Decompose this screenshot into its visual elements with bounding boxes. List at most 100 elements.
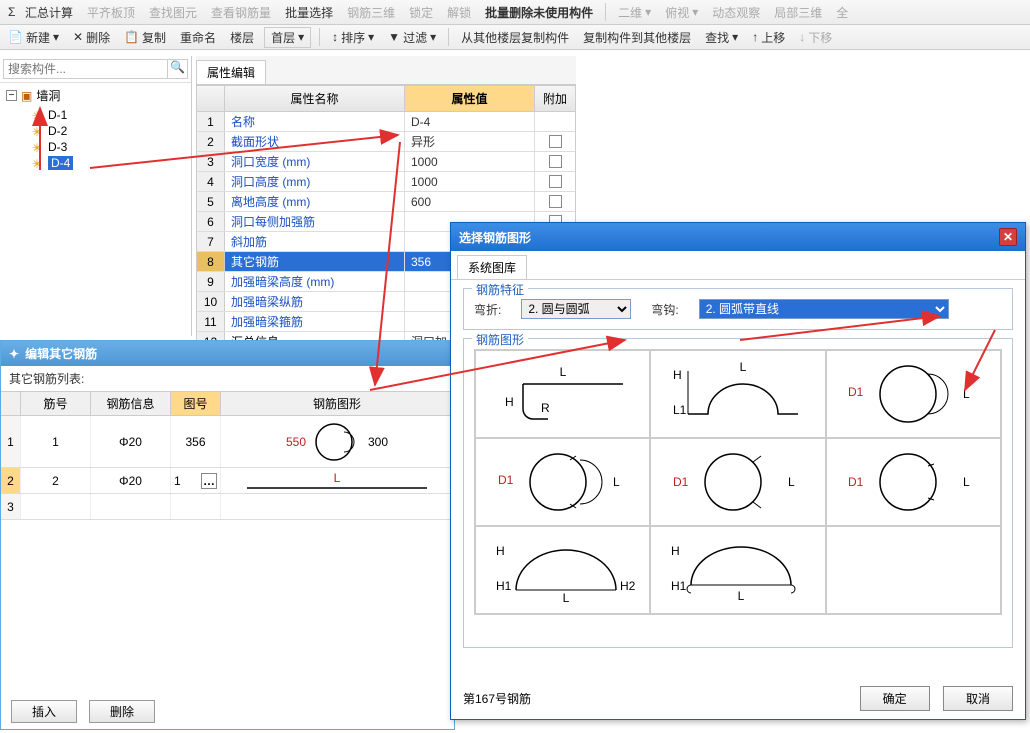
dialog-status: 第167号钢筋 xyxy=(463,690,531,707)
toolbar-sub: 📄 新建 ▾ ✕ 删除 📋 复制 重命名 楼层 首层 ▾ ↕ 排序 ▾ ▼ 过滤… xyxy=(0,25,1030,50)
lbl-floor: 楼层 xyxy=(226,27,258,48)
btn-rebar3d: 钢筋三维 xyxy=(343,2,399,23)
btn-del[interactable]: ✕ 删除 xyxy=(69,27,114,48)
rebar-row-empty[interactable]: 3 xyxy=(1,494,454,520)
rebar-row-1[interactable]: 1 1 Φ20 356 550 300 xyxy=(1,416,454,468)
btn-view: 俯视 ▾ xyxy=(661,2,702,23)
svg-text:R: R xyxy=(541,401,550,415)
svg-text:L1: L1 xyxy=(673,403,687,417)
svg-text:H2: H2 xyxy=(620,579,636,593)
rebar-row-2[interactable]: 2 2 Φ20 1… L xyxy=(1,468,454,494)
prop-row-4[interactable]: 4洞口高度 (mm)1000 xyxy=(197,172,575,192)
btn-lock: 锁定 xyxy=(405,2,437,23)
dd-floor[interactable]: 首层 ▾ xyxy=(264,27,311,48)
btn-new[interactable]: 📄 新建 ▾ xyxy=(4,27,63,48)
cancel-button[interactable]: 取消 xyxy=(943,686,1013,711)
btn-batchdel[interactable]: 批量删除未使用构件 xyxy=(481,2,597,23)
btn-all: 全 xyxy=(832,2,852,23)
svg-text:L: L xyxy=(613,475,620,489)
svg-text:H: H xyxy=(505,395,514,409)
btn-find2[interactable]: 查找 ▾ xyxy=(701,27,742,48)
svg-text:H1: H1 xyxy=(671,579,687,593)
tree-root[interactable]: − ▣ 墙洞 xyxy=(6,87,185,104)
select-hook[interactable]: 2. 圆弧带直线 xyxy=(699,299,949,319)
insert-button[interactable]: 插入 xyxy=(11,700,77,723)
svg-text:H: H xyxy=(496,544,505,558)
btn-sum[interactable]: Σ汇总计算 xyxy=(4,2,77,23)
col-prop-extra: 附加 xyxy=(535,86,575,111)
tree-item-d2[interactable]: ✳D-2 xyxy=(32,123,185,139)
other-rebar-panel: ✦ 编辑其它钢筋 其它钢筋列表: 筋号 钢筋信息 图号 钢筋图形 1 1 Φ20… xyxy=(0,340,455,730)
panel-title: ✦ 编辑其它钢筋 xyxy=(1,341,454,366)
col-prop-name: 属性名称 xyxy=(225,86,405,111)
svg-text:L: L xyxy=(963,387,970,401)
svg-text:D1: D1 xyxy=(498,473,514,487)
panel-subtitle: 其它钢筋列表: xyxy=(1,366,454,391)
btn-filter[interactable]: ▼ 过滤 ▾ xyxy=(384,27,440,48)
delete-button[interactable]: 删除 xyxy=(89,700,155,723)
svg-text:L: L xyxy=(562,591,569,605)
col-prop-value: 属性值 xyxy=(405,86,535,111)
btn-unlock: 解锁 xyxy=(443,2,475,23)
shape-cell-4[interactable]: D1 L xyxy=(475,438,650,526)
btn-rebar: 查看钢筋量 xyxy=(207,2,275,23)
tree-item-d4[interactable]: ✳D-4 xyxy=(32,155,185,171)
dialog-title: 选择钢筋图形 xyxy=(459,229,531,246)
btn-copyfrom[interactable]: 从其他楼层复制构件 xyxy=(457,27,573,48)
svg-text:D1: D1 xyxy=(848,475,864,489)
prop-row-5[interactable]: 5离地高度 (mm)600 xyxy=(197,192,575,212)
shape-picker-button[interactable]: … xyxy=(201,473,217,489)
prop-row-3[interactable]: 3洞口宽度 (mm)1000 xyxy=(197,152,575,172)
tab-system-lib[interactable]: 系统图库 xyxy=(457,255,527,279)
svg-text:D1: D1 xyxy=(848,385,864,399)
btn-dyn: 动态观察 xyxy=(708,2,764,23)
svg-text:D1: D1 xyxy=(673,475,689,489)
ok-button[interactable]: 确定 xyxy=(860,686,930,711)
search-input[interactable] xyxy=(3,59,168,79)
shape-cell-1[interactable]: L H R xyxy=(475,350,650,438)
btn-copyto[interactable]: 复制构件到其他楼层 xyxy=(579,27,695,48)
btn-copy[interactable]: 📋 复制 xyxy=(120,27,170,48)
shape-cell-5[interactable]: L D1 xyxy=(650,438,825,526)
svg-text:H: H xyxy=(673,368,682,382)
col-fig: 图号 xyxy=(171,392,221,415)
svg-text:L: L xyxy=(740,360,747,374)
svg-text:L: L xyxy=(963,475,970,489)
btn-up[interactable]: ↑ 上移 xyxy=(748,27,789,48)
btn-down: ↓ 下移 xyxy=(795,27,836,48)
svg-text:L: L xyxy=(788,475,795,489)
tree-item-d1[interactable]: ✳D-1 xyxy=(32,107,185,123)
close-icon[interactable]: ✕ xyxy=(999,228,1017,246)
search-icon[interactable]: 🔍 xyxy=(168,59,188,79)
btn-rename[interactable]: 重命名 xyxy=(176,27,220,48)
btn-flat: 平齐板顶 xyxy=(83,2,139,23)
lbl-bend: 弯折: xyxy=(474,301,501,318)
btn-batchsel[interactable]: 批量选择 xyxy=(281,2,337,23)
col-info: 钢筋信息 xyxy=(91,392,171,415)
fieldset-features: 钢筋特征 弯折: 2. 圆与圆弧 弯钩: 2. 圆弧带直线 xyxy=(463,288,1013,330)
shape-cell-9[interactable] xyxy=(826,526,1001,614)
btn-part3d: 局部三维 xyxy=(770,2,826,23)
dd-2d: 二维 ▾ xyxy=(614,2,655,23)
select-bend[interactable]: 2. 圆与圆弧 xyxy=(521,299,631,319)
toolbar-main: Σ汇总计算 平齐板顶 查找图元 查看钢筋量 批量选择 钢筋三维 锁定 解锁 批量… xyxy=(0,0,1030,25)
shape-dialog: 选择钢筋图形 ✕ 系统图库 钢筋特征 弯折: 2. 圆与圆弧 弯钩: 2. 圆弧… xyxy=(450,222,1026,720)
shape-cell-7[interactable]: HH1LH2 xyxy=(475,526,650,614)
svg-text:H: H xyxy=(671,544,680,558)
fieldset-shapes: 钢筋图形 LHR HL1L D1L D1L LD1 LD1 HH1LH2 HH1… xyxy=(463,338,1013,648)
prop-row-2[interactable]: 2截面形状异形 xyxy=(197,132,575,152)
shape-cell-6[interactable]: L D1 xyxy=(826,438,1001,526)
col-shape: 钢筋图形 xyxy=(221,392,454,415)
shape-cell-3[interactable]: D1 L xyxy=(826,350,1001,438)
col-num: 筋号 xyxy=(21,392,91,415)
btn-sort[interactable]: ↕ 排序 ▾ xyxy=(328,27,378,48)
shape-cell-2[interactable]: H L1 L xyxy=(650,350,825,438)
lbl-hook: 弯钩: xyxy=(651,301,678,318)
shape-cell-8[interactable]: HH1L xyxy=(650,526,825,614)
tree-item-d3[interactable]: ✳D-3 xyxy=(32,139,185,155)
component-tree-panel: 🔍 − ▣ 墙洞 ✳D-1 ✳D-2 ✳D-3 ✳D-4 xyxy=(0,56,192,336)
prop-row-1[interactable]: 1名称D-4 xyxy=(197,112,575,132)
btn-find: 查找图元 xyxy=(145,2,201,23)
tab-prop-edit[interactable]: 属性编辑 xyxy=(196,60,266,84)
svg-text:L: L xyxy=(559,365,566,379)
